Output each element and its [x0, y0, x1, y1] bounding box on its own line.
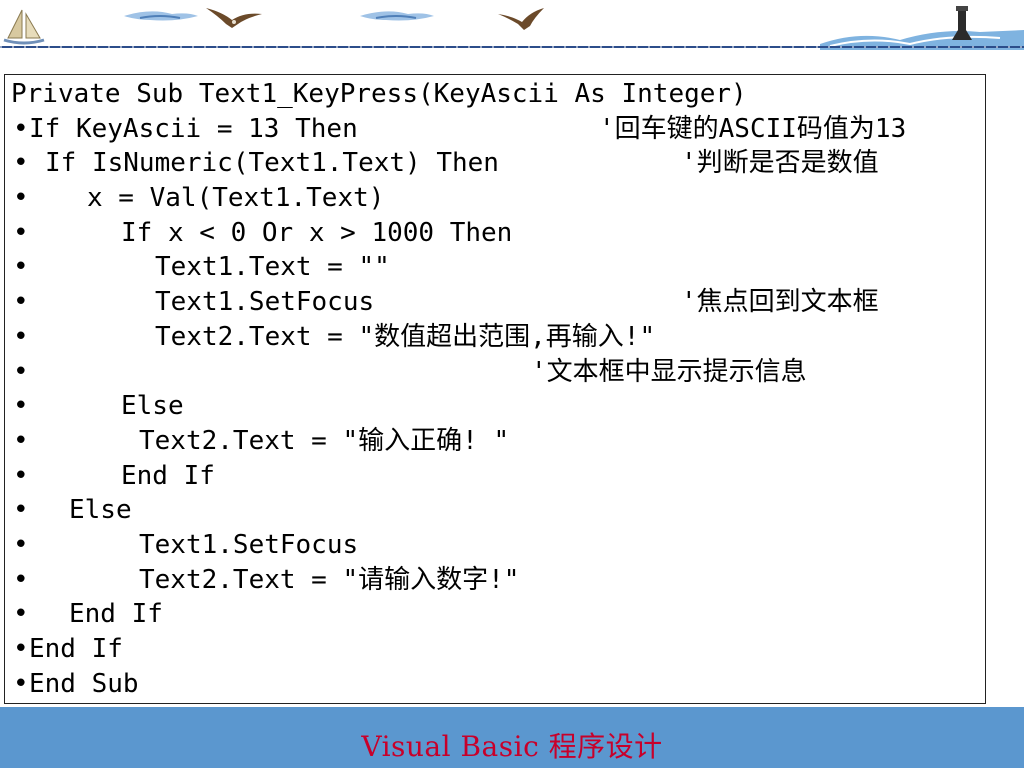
code-line: • If x < 0 Or x > 1000 Then [11, 216, 985, 251]
code-line: • Text1.SetFocus [11, 528, 985, 563]
bullet-glyph: • [13, 634, 29, 664]
code-text: Text2.Text = "输入正确! " [139, 425, 510, 456]
code-text: Text1.SetFocus [139, 529, 359, 560]
code-line: • Else [11, 389, 985, 424]
code-text: End If [69, 599, 163, 630]
slide-footer: Visual Basic 程序设计 [0, 707, 1024, 768]
bullet-glyph: • [13, 460, 29, 491]
slide-header [0, 0, 1024, 62]
bullet-glyph: • [13, 529, 29, 560]
code-comment: '回车键的ASCII码值为13 [599, 113, 907, 144]
code-text: End If [29, 634, 123, 664]
bullet-glyph: • [13, 391, 29, 422]
code-line: • Else [11, 493, 985, 528]
code-line: • If KeyAscii = 13 Then '回车键的ASCII码值为13 [11, 112, 985, 147]
code-comment: '文本框中显示提示信息 [531, 356, 807, 387]
code-text: Text1.Text = "" [155, 252, 390, 283]
code-line: • End If [11, 632, 985, 667]
code-line: Private Sub Text1_KeyPress(KeyAscii As I… [11, 77, 985, 112]
code-line: • Text1.SetFocus '焦点回到文本框 [11, 285, 985, 320]
lighthouse-wave-icon [820, 6, 1024, 50]
code-text: If x < 0 Or x > 1000 Then [121, 217, 513, 248]
eagle-icon [206, 8, 262, 28]
bullet-glyph: • [13, 495, 29, 526]
code-line: • x = Val(Text1.Text) [11, 181, 985, 216]
cloud-icon [360, 11, 434, 21]
eagle-icon [498, 8, 544, 30]
code-text: End If [121, 460, 215, 491]
code-text: Text2.Text = "请输入数字!" [139, 564, 520, 595]
code-text: Private Sub Text1_KeyPress(KeyAscii As I… [11, 79, 747, 109]
code-comment: '焦点回到文本框 [681, 287, 879, 318]
header-banner [0, 6, 1024, 50]
bullet-glyph: • [13, 287, 29, 318]
code-text: x = Val(Text1.Text) [87, 183, 385, 214]
code-text: If KeyAscii = 13 Then [29, 113, 358, 144]
code-line: • Text2.Text = "数值超出范围,再输入!" [11, 320, 985, 355]
code-line: • '文本框中显示提示信息 [11, 355, 985, 390]
bullet-glyph: • [13, 113, 29, 144]
code-text: Text2.Text = "数值超出范围,再输入!" [155, 321, 656, 352]
bullet-glyph: • [13, 321, 29, 352]
footer-title: Visual Basic 程序设计 [361, 730, 663, 763]
cloud-icon [124, 11, 198, 21]
code-line: • Text1.Text = "" [11, 250, 985, 285]
bullet-glyph: • [13, 183, 29, 214]
code-text: Else [69, 495, 132, 526]
code-line: • Text2.Text = "输入正确! " [11, 424, 985, 459]
code-listing: Private Sub Text1_KeyPress(KeyAscii As I… [4, 74, 986, 704]
bullet-glyph: • [13, 564, 29, 595]
code-comment: '判断是否是数值 [681, 148, 879, 179]
bullet-glyph: • [13, 425, 29, 456]
code-text: Text1.SetFocus [155, 287, 375, 318]
code-text: End Sub [29, 668, 139, 699]
code-line: • Text2.Text = "请输入数字!" [11, 563, 985, 598]
code-line: • End Sub [11, 667, 985, 702]
bullet-glyph: • [13, 148, 29, 179]
code-line: • End If [11, 459, 985, 494]
sailboat-icon [3, 9, 45, 45]
bullet-glyph: • [13, 668, 29, 699]
bullet-glyph: • [13, 252, 29, 283]
code-text: If IsNumeric(Text1.Text) Then [45, 148, 499, 179]
code-text: Else [121, 391, 184, 422]
bullet-glyph: • [13, 217, 29, 248]
bullet-glyph: • [13, 356, 29, 387]
code-line: • End If [11, 597, 985, 632]
bullet-glyph: • [13, 599, 29, 630]
code-line: • If IsNumeric(Text1.Text) Then '判断是否是数值 [11, 146, 985, 181]
